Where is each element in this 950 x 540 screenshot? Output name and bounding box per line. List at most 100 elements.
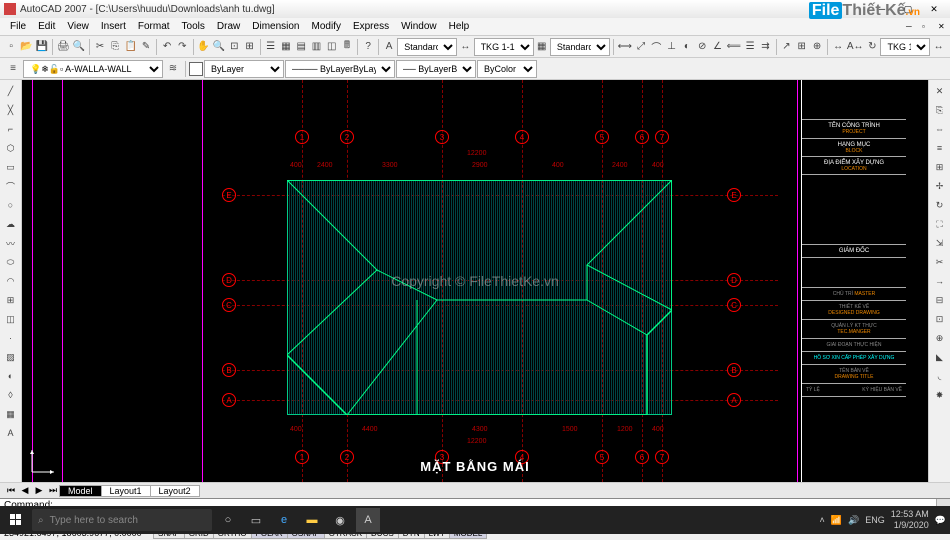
menu-insert[interactable]: Insert	[95, 21, 132, 32]
leader-button[interactable]: ↗	[779, 38, 793, 56]
xline-button[interactable]: ╳	[2, 101, 20, 119]
menu-format[interactable]: Format	[132, 21, 176, 32]
dim-radius-button[interactable]: ◐	[680, 38, 694, 56]
move-button[interactable]: ✢	[931, 177, 949, 195]
revcloud-button[interactable]: ☁	[2, 215, 20, 233]
pan-button[interactable]: ✋	[196, 38, 210, 56]
network-icon[interactable]: 📶	[831, 515, 842, 526]
menu-dimension[interactable]: Dimension	[246, 21, 305, 32]
dim-style-dropdown-2[interactable]: TKG 1-1	[880, 38, 930, 56]
dim-tedit-button[interactable]: A↔	[846, 38, 864, 56]
color-dropdown[interactable]: ByLayer	[204, 60, 284, 78]
open-button[interactable]: 📂	[19, 38, 33, 56]
autocad-taskbar-icon[interactable]: A	[356, 508, 380, 532]
taskview-icon[interactable]: ▭	[244, 508, 268, 532]
layer-dropdown[interactable]: 💡❄🔓▫ A-WALLA-WALL	[23, 60, 163, 78]
dim-linear-button[interactable]: ⟷	[617, 38, 633, 56]
menu-file[interactable]: File	[4, 21, 32, 32]
point-button[interactable]: ·	[2, 329, 20, 347]
lineweight-dropdown[interactable]: ── ByLayerByLayer	[396, 60, 476, 78]
array-button[interactable]: ⊞	[931, 158, 949, 176]
layer-props-button[interactable]: ≡	[4, 60, 22, 78]
zoom-button[interactable]: 🔍	[212, 38, 226, 56]
tab-layout2[interactable]: Layout2	[150, 485, 200, 497]
tab-next-button[interactable]: ▶	[32, 485, 46, 496]
cut-button[interactable]: ✂	[93, 38, 107, 56]
help-button[interactable]: ?	[361, 38, 375, 56]
rectangle-button[interactable]: ▭	[2, 158, 20, 176]
join-button[interactable]: ⊕	[931, 329, 949, 347]
redo-button[interactable]: ↷	[175, 38, 189, 56]
table-style-icon[interactable]: ▦	[535, 38, 549, 56]
polygon-button[interactable]: ⬡	[2, 139, 20, 157]
doc-close-button[interactable]: ✕	[932, 22, 946, 31]
explode-button[interactable]: ✸	[931, 386, 949, 404]
hatch-button[interactable]: ▨	[2, 348, 20, 366]
menu-view[interactable]: View	[61, 21, 95, 32]
break-button[interactable]: ⊟	[931, 291, 949, 309]
ellipse-button[interactable]: ⬭	[2, 253, 20, 271]
dim-style-icon[interactable]: A	[382, 38, 396, 56]
dim-ord-button[interactable]: ⊥	[665, 38, 679, 56]
language-indicator[interactable]: ENG	[865, 515, 885, 525]
match-button[interactable]: ✎	[139, 38, 153, 56]
make-block-button[interactable]: ◫	[2, 310, 20, 328]
rotate-button[interactable]: ↻	[931, 196, 949, 214]
dc-button[interactable]: ▦	[279, 38, 293, 56]
doc-minimize-button[interactable]: ─	[900, 22, 914, 31]
color-swatch[interactable]	[189, 62, 203, 76]
tab-last-button[interactable]: ⏭	[46, 485, 60, 496]
plotstyle-dropdown[interactable]: ByColor	[477, 60, 537, 78]
pline-button[interactable]: ⌐	[2, 120, 20, 138]
ellipse-arc-button[interactable]: ◠	[2, 272, 20, 290]
erase-button[interactable]: ✕	[931, 82, 949, 100]
search-box[interactable]: ⌕ Type here to search	[32, 509, 212, 531]
save-button[interactable]: 💾	[35, 38, 49, 56]
dim-quick-button[interactable]: ⟸	[726, 38, 742, 56]
line-button[interactable]: ╱	[2, 82, 20, 100]
region-button[interactable]: ◊	[2, 386, 20, 404]
break-point-button[interactable]: ⊡	[931, 310, 949, 328]
mtext-button[interactable]: A	[2, 424, 20, 442]
tray-chevron-icon[interactable]: ˄	[820, 515, 825, 525]
dim-update-button[interactable]: ↻	[865, 38, 879, 56]
close-button[interactable]: ✕	[922, 2, 946, 16]
dim-dia-button[interactable]: ⊘	[695, 38, 709, 56]
tab-prev-button[interactable]: ◀	[18, 485, 32, 496]
extend-button[interactable]: →	[931, 272, 949, 290]
doc-restore-button[interactable]: ▫	[916, 22, 930, 31]
menu-window[interactable]: Window	[395, 21, 443, 32]
drawing-canvas[interactable]: 1 2 3 4 5 6 7 1 2 3 4 5 6 7 E D C B A E …	[22, 80, 928, 482]
calc-button[interactable]: 🖩	[340, 38, 354, 56]
dim-style-button[interactable]: ↔	[931, 38, 945, 56]
gradient-button[interactable]: ◐	[2, 367, 20, 385]
dim-angular-button[interactable]: ∠	[710, 38, 724, 56]
markup-button[interactable]: ◫	[325, 38, 339, 56]
insert-block-button[interactable]: ⊞	[2, 291, 20, 309]
new-button[interactable]: ▫	[4, 38, 18, 56]
arc-button[interactable]: ⌒	[2, 177, 20, 195]
preview-button[interactable]: 🔍	[72, 38, 86, 56]
dim-style-dropdown[interactable]: TKG 1-1	[474, 38, 534, 56]
chrome-icon[interactable]: ◉	[328, 508, 352, 532]
dim-icon[interactable]: ↔	[458, 38, 472, 56]
fillet-button[interactable]: ◟	[931, 367, 949, 385]
menu-express[interactable]: Express	[347, 21, 395, 32]
chamfer-button[interactable]: ◣	[931, 348, 949, 366]
layer-prev-button[interactable]: ≋	[164, 60, 182, 78]
circle-button[interactable]: ○	[2, 196, 20, 214]
dim-aligned-button[interactable]: ⤢	[634, 38, 648, 56]
text-style-dropdown[interactable]: Standard	[397, 38, 457, 56]
linetype-dropdown[interactable]: ──── ByLayerByLayer	[285, 60, 395, 78]
notifications-icon[interactable]: 💬	[935, 515, 946, 526]
mirror-button[interactable]: ⇔	[931, 120, 949, 138]
center-mark-button[interactable]: ⊕	[810, 38, 824, 56]
explorer-icon[interactable]: ▬	[300, 508, 324, 532]
stretch-button[interactable]: ⇲	[931, 234, 949, 252]
menu-draw[interactable]: Draw	[211, 21, 246, 32]
edge-icon[interactable]: e	[272, 508, 296, 532]
dim-edit-button[interactable]: ↔	[831, 38, 845, 56]
plot-button[interactable]: 🖨	[56, 38, 71, 56]
tool-palette-button[interactable]: ▤	[294, 38, 308, 56]
clock[interactable]: 12:53 AM 1/9/2020	[891, 509, 929, 531]
